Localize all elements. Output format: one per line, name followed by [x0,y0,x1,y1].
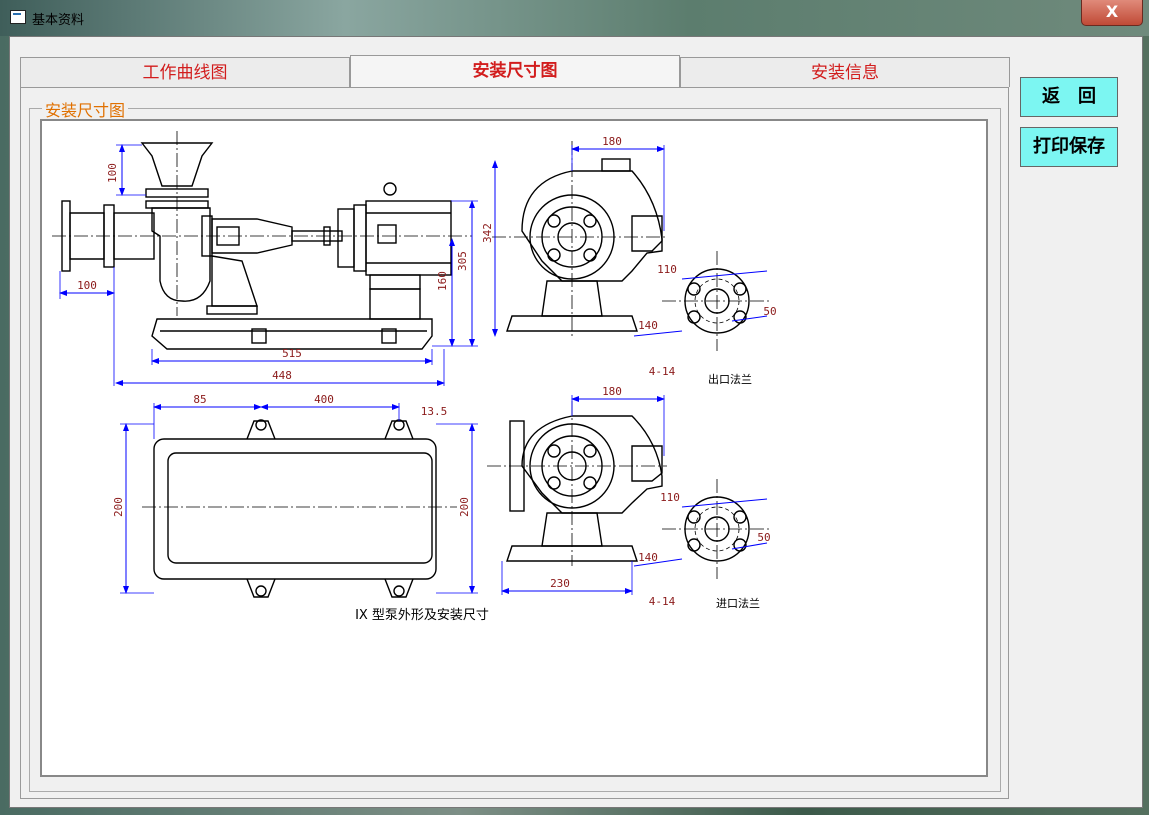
dim-side-305: 305 [456,251,469,271]
dim-outlet-50: 50 [763,305,776,318]
outlet-flange-label: 出口法兰 [708,372,752,386]
dim-outlet-4-14: 4-14 [649,365,676,378]
dim-end2-180: 180 [602,385,622,398]
installation-drawing: 100 100 515 448 305 160 180 342 110 50 1… [52,131,777,623]
dim-inlet-140: 140 [638,551,658,564]
dim-outlet-140: 140 [638,319,658,332]
title-bar: 基本资料 X [0,0,1149,36]
inlet-flange-label: 进口法兰 [716,596,760,610]
dim-inlet-110: 110 [660,491,680,504]
drawing-canvas: 100 100 515 448 305 160 180 342 110 50 1… [40,119,988,777]
dim-inlet-4-14: 4-14 [649,595,676,608]
tab-panel: 安装尺寸图 100 100 515 448 305 160 180 342 11… [20,87,1009,799]
dim-plan-85: 85 [193,393,206,406]
end-view-top-drawing [506,158,663,332]
dim-plan-400: 400 [314,393,334,406]
dim-outlet-110: 110 [657,263,677,276]
dim-side-448: 448 [272,369,292,382]
dim-side-100-top: 100 [106,163,119,183]
end-view-bottom-drawing [506,415,663,562]
drawing-caption: IX 型泵外形及安装尺寸 [355,608,489,623]
tab-work-curve[interactable]: 工作曲线图 [20,57,350,87]
main-window: 工作曲线图 安装尺寸图 安装信息 安装尺寸图 100 100 515 448 3… [9,36,1143,808]
side-view-centerlines [52,131,472,316]
plan-view-drawing [153,419,437,598]
dim-side-515: 515 [282,347,302,360]
outlet-flange-centerlines [662,251,772,351]
dim-plan-200-right: 200 [458,497,471,517]
window-title: 基本资料 [32,13,85,28]
tab-install-dimensions[interactable]: 安装尺寸图 [350,55,680,88]
back-button[interactable]: 返 回 [1020,77,1118,117]
dim-plan-200-left: 200 [112,497,125,517]
dim-end-180-top: 180 [602,135,622,148]
dim-side-160: 160 [436,271,449,291]
side-view-drawing [61,142,452,350]
end-view-top-centerlines [492,141,667,336]
window-app-icon [10,10,26,24]
dim-end2-230: 230 [550,577,570,590]
dim-side-100-left: 100 [77,279,97,292]
dim-plan-13-5: 13.5 [421,405,448,418]
print-save-button[interactable]: 打印保存 [1020,127,1118,167]
dim-end-342: 342 [481,223,494,243]
dim-inlet-50: 50 [757,531,770,544]
group-label: 安装尺寸图 [42,97,129,121]
close-button[interactable]: X [1081,0,1143,26]
drawing-group: 安装尺寸图 100 100 515 448 305 160 180 342 11… [29,97,1001,792]
tab-install-info[interactable]: 安装信息 [680,57,1010,87]
